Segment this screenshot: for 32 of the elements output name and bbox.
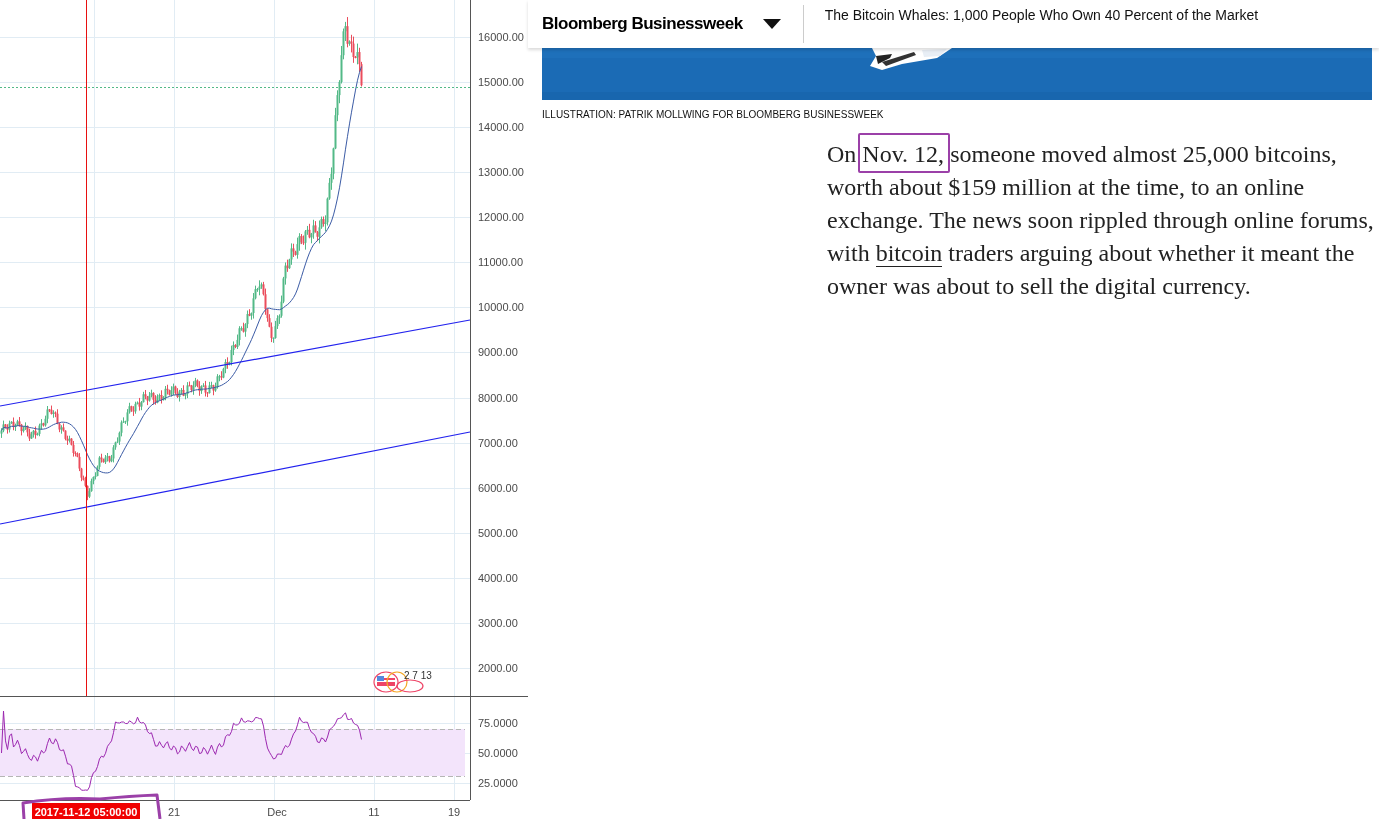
axis-label: 16000.00 <box>478 31 524 43</box>
axis-label: 3000.00 <box>478 617 518 629</box>
axis-label: 11000.00 <box>478 256 524 268</box>
axis-label: Dec <box>267 806 287 818</box>
axis-label: 21 <box>167 806 181 818</box>
axis-label: 10000.00 <box>478 301 524 313</box>
axis-label: 15000.00 <box>478 76 524 88</box>
axis-label: 13000.00 <box>478 166 524 178</box>
headline[interactable]: The Bitcoin Whales: 1,000 People Who Own 40 Percent of the Market <box>824 7 1259 23</box>
trend-line[interactable] <box>0 431 471 525</box>
axis-label: 7000.00 <box>478 437 518 449</box>
axis-label: 6000.00 <box>478 482 518 494</box>
brand-logo[interactable]: Bloomberg Businessweek <box>542 14 743 34</box>
axis-label: 2000.00 <box>478 662 518 674</box>
article-paragraph: On Nov. 12, someone moved almost 25,000 bitcoins, worth about $159 million at the time, to an online exchange. The news soon rippled through online forums, with bitcoin traders arguing about whether it meant the owner was about to sell the digital currency. <box>827 138 1375 303</box>
axis-label: 11 <box>368 806 380 818</box>
trend-line[interactable] <box>0 319 471 407</box>
axis-label: 14000.00 <box>478 121 524 133</box>
axis-label: 19 <box>447 806 461 818</box>
axis-label: 50.0000 <box>478 747 518 759</box>
axis-label: 5000.00 <box>478 527 518 539</box>
axis-label: 75.0000 <box>478 717 518 729</box>
article-link[interactable]: bitcoin <box>875 240 943 267</box>
axis-label: 25.0000 <box>478 777 518 789</box>
axis-label: 9000.00 <box>478 346 518 358</box>
axis-label: 4000.00 <box>478 572 518 584</box>
axis-label: 12000.00 <box>478 211 524 223</box>
axis-label: 8000.00 <box>478 392 518 404</box>
caret-icon[interactable] <box>762 19 781 29</box>
image-caption: ILLUSTRATION: PATRIK MOLLWING FOR BLOOMBERG BUSINESSWEEK <box>542 109 885 120</box>
crosshair-time-label: 2017-11-12 05:00:00 <box>32 803 140 819</box>
event-count: 2 7 13 <box>404 670 432 681</box>
